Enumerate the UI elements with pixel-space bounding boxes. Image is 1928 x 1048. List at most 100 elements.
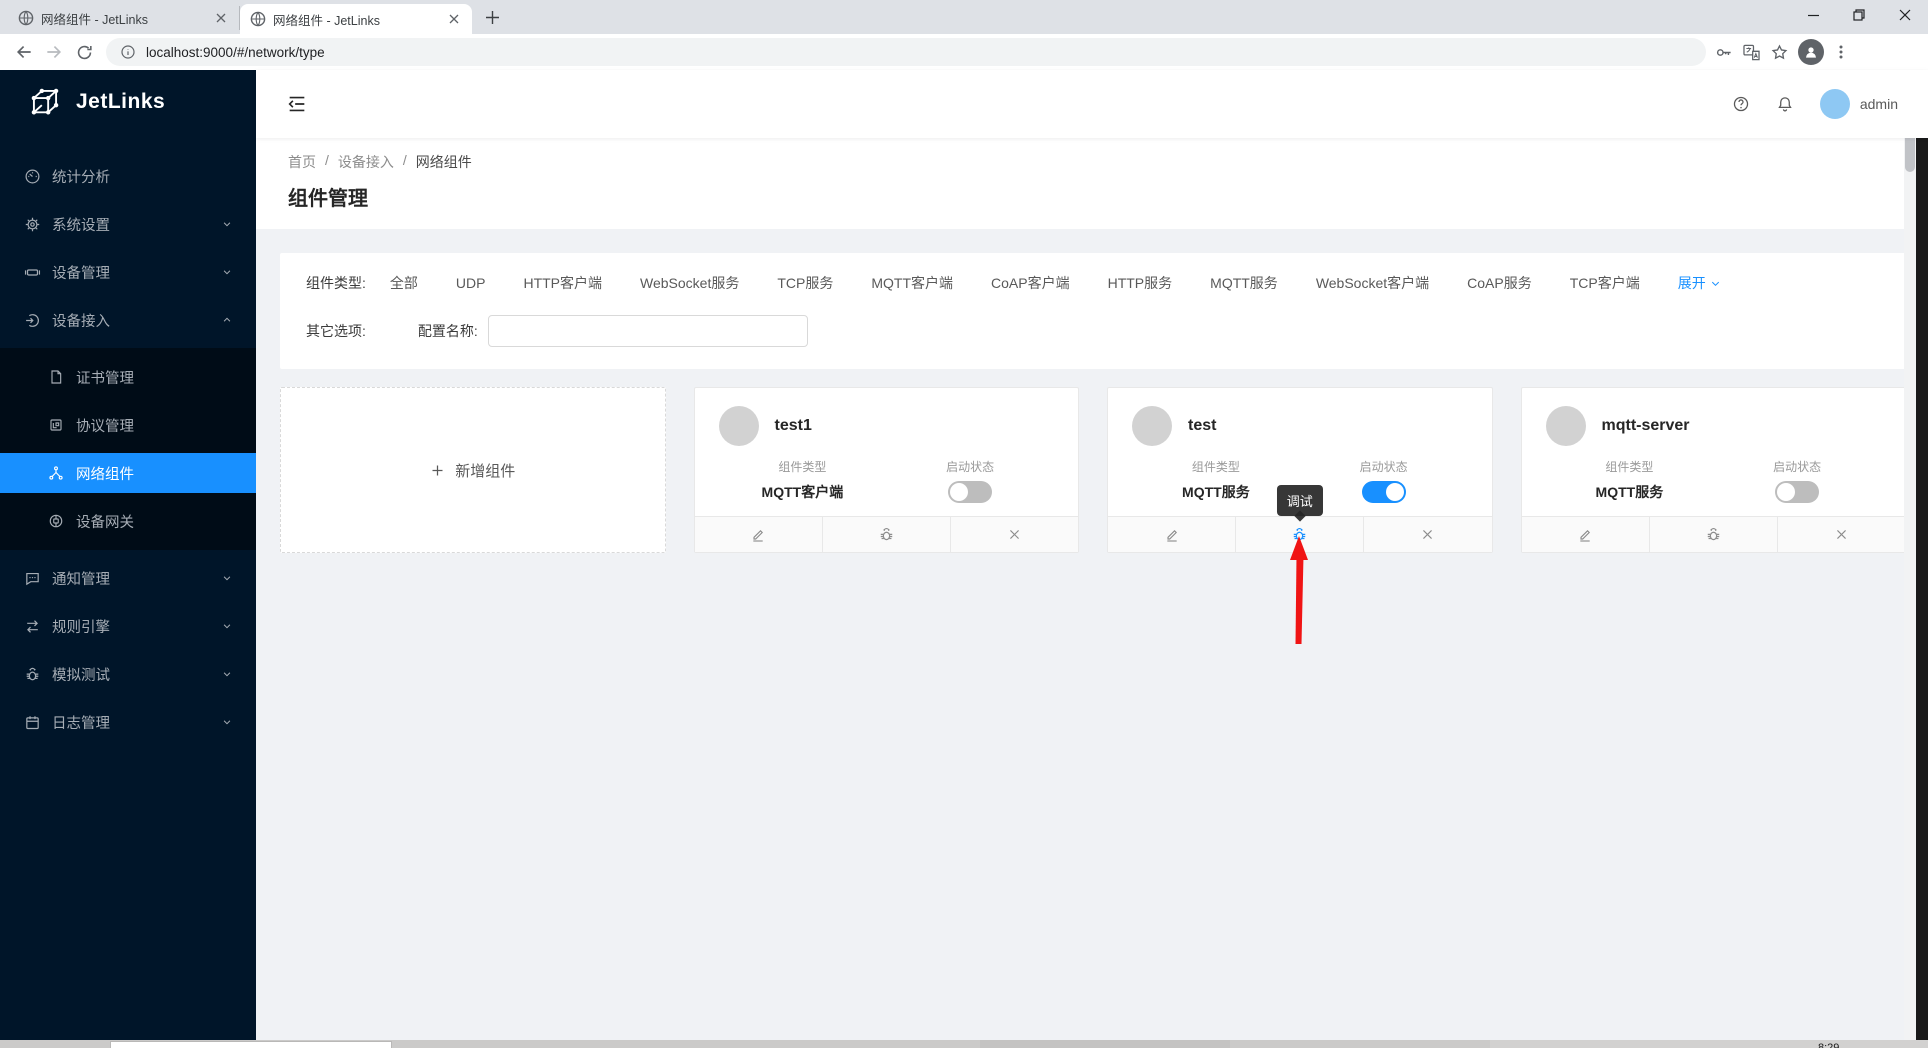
forward-icon[interactable]: [40, 38, 68, 66]
debug-button[interactable]: [821, 517, 950, 552]
status-toggle[interactable]: [1361, 481, 1406, 503]
filter-option-udp[interactable]: UDP: [456, 275, 486, 291]
browser-menu-dots-icon[interactable]: [1833, 44, 1849, 60]
sidebar-item-system-settings[interactable]: 系统设置: [0, 204, 256, 244]
filter-option-mqtt-server[interactable]: MQTT服务: [1210, 273, 1278, 293]
sidebar-item-label: 协议管理: [76, 418, 134, 435]
sidebar: JetLinks 统计分析 系统设置 设备管理 设备接入 证书管理 协议管理 网…: [0, 70, 256, 1040]
filter-option-all[interactable]: 全部: [390, 273, 418, 293]
config-name-input[interactable]: [487, 315, 808, 347]
sidebar-item-protocol[interactable]: 协议管理: [0, 405, 256, 445]
edit-button[interactable]: [1522, 517, 1649, 552]
debug-tooltip: 调试: [1276, 485, 1323, 516]
browser-toolbar: localhost:9000/#/network/type: [0, 34, 1928, 70]
add-component-button[interactable]: 新增组件: [280, 387, 666, 553]
filter-option-tcp-server[interactable]: TCP服务: [777, 273, 833, 293]
breadcrumb-home[interactable]: 首页: [288, 152, 316, 172]
new-tab-button[interactable]: [478, 3, 506, 31]
sidebar-item-statistics[interactable]: 统计分析: [0, 156, 256, 196]
minimize-button[interactable]: [1790, 0, 1836, 30]
gear-icon: [24, 216, 41, 233]
sidebar-item-log-management[interactable]: 日志管理: [0, 702, 256, 742]
sidebar-item-label: 设备网关: [76, 514, 134, 531]
sidebar-item-device-access[interactable]: 设备接入: [0, 300, 256, 340]
delete-button[interactable]: [949, 517, 1078, 552]
restore-button[interactable]: [1836, 0, 1882, 30]
delete-button[interactable]: [1363, 517, 1491, 552]
browser-tab-1[interactable]: 网络组件 - JetLinks: [8, 6, 240, 30]
sidebar-item-label: 规则引擎: [52, 619, 110, 636]
gateway-icon: [48, 513, 65, 530]
sidebar-item-rule-engine[interactable]: 规则引擎: [0, 606, 256, 646]
filter-option-coap-client[interactable]: CoAP客户端: [991, 273, 1070, 293]
chevron-down-icon: [222, 669, 232, 679]
sidebar-item-notification[interactable]: 通知管理: [0, 558, 256, 598]
bell-icon[interactable]: [1776, 95, 1794, 113]
tab-close-icon[interactable]: [213, 10, 229, 26]
browser-profile-icon[interactable]: [1798, 39, 1824, 65]
card-actions: [694, 516, 1078, 552]
other-options-label: 其它选项:: [306, 323, 366, 339]
protocol-icon: [48, 417, 65, 434]
page-title: 组件管理: [288, 188, 368, 210]
sidebar-item-label: 通知管理: [52, 571, 110, 588]
page-scrollbar[interactable]: [1904, 70, 1916, 1040]
logo[interactable]: JetLinks: [0, 70, 256, 134]
filter-option-websocket-client[interactable]: WebSocket客户端: [1316, 273, 1429, 293]
component-avatar: [1132, 406, 1172, 446]
info-icon[interactable]: [120, 44, 136, 60]
message-icon: [24, 570, 41, 587]
component-type-label: 组件类型: [1605, 460, 1654, 474]
user-avatar[interactable]: [1819, 89, 1850, 119]
tab-title: 网络组件 - JetLinks: [273, 13, 380, 28]
password-key-icon[interactable]: [1714, 43, 1733, 62]
status-toggle[interactable]: [948, 481, 993, 503]
url-text[interactable]: localhost:9000/#/network/type: [146, 45, 325, 60]
sidebar-item-certificate[interactable]: 证书管理: [0, 357, 256, 397]
edit-button[interactable]: [695, 517, 822, 552]
bookmark-star-icon[interactable]: [1770, 43, 1789, 62]
delete-button[interactable]: [1776, 517, 1905, 552]
reload-icon[interactable]: [70, 38, 98, 66]
chevron-down-icon: [222, 219, 232, 229]
filter-card: 组件类型: 全部 UDP HTTP客户端 WebSocket服务 TCP服务 M…: [280, 253, 1914, 369]
taskbar-search-box[interactable]: [110, 1041, 392, 1048]
menu-fold-icon[interactable]: [286, 93, 308, 115]
sidebar-item-device-management[interactable]: 设备管理: [0, 252, 256, 292]
filter-option-mqtt-client[interactable]: MQTT客户端: [871, 273, 953, 293]
jetlinks-cube-logo-icon: [26, 83, 64, 121]
help-icon[interactable]: [1732, 95, 1750, 113]
breadcrumb-separator: /: [325, 152, 329, 168]
tab-close-icon[interactable]: [446, 11, 462, 27]
filter-option-coap-server[interactable]: CoAP服务: [1467, 273, 1532, 293]
translate-icon[interactable]: [1742, 43, 1761, 62]
back-icon[interactable]: [10, 38, 38, 66]
status-toggle[interactable]: [1775, 481, 1820, 503]
edit-button[interactable]: [1108, 517, 1235, 552]
browser-tab-2[interactable]: 网络组件 - JetLinks: [240, 4, 472, 34]
sidebar-item-device-gateway[interactable]: 设备网关: [0, 501, 256, 541]
calendar-icon: [24, 714, 41, 731]
device-icon: [24, 264, 41, 281]
toolbar-right: [1714, 39, 1855, 65]
bug-icon: [24, 666, 41, 683]
username[interactable]: admin: [1860, 96, 1898, 112]
component-type-value: MQTT服务: [1182, 484, 1250, 500]
sidebar-item-network-components[interactable]: 网络组件: [0, 453, 256, 493]
breadcrumb-device-access[interactable]: 设备接入: [338, 152, 394, 172]
address-bar[interactable]: localhost:9000/#/network/type: [106, 38, 1706, 66]
filter-option-websocket-server[interactable]: WebSocket服务: [640, 273, 739, 293]
start-status-label: 启动状态: [1359, 460, 1408, 474]
filter-option-http-client[interactable]: HTTP客户端: [523, 273, 602, 293]
filter-option-http-server[interactable]: HTTP服务: [1108, 273, 1173, 293]
browser-titlebar: 网络组件 - JetLinks 网络组件 - JetLinks: [0, 0, 1928, 34]
brand-name: JetLinks: [76, 90, 166, 113]
expand-link[interactable]: 展开: [1678, 273, 1721, 293]
filter-option-tcp-client[interactable]: TCP客户端: [1570, 273, 1640, 293]
add-component-label: 新增组件: [455, 462, 516, 480]
taskbar-apps-area: [980, 1040, 1230, 1048]
close-window-button[interactable]: [1882, 0, 1928, 30]
app-header: admin: [256, 70, 1928, 138]
debug-button[interactable]: [1648, 517, 1777, 552]
sidebar-item-simulation-test[interactable]: 模拟测试: [0, 654, 256, 694]
